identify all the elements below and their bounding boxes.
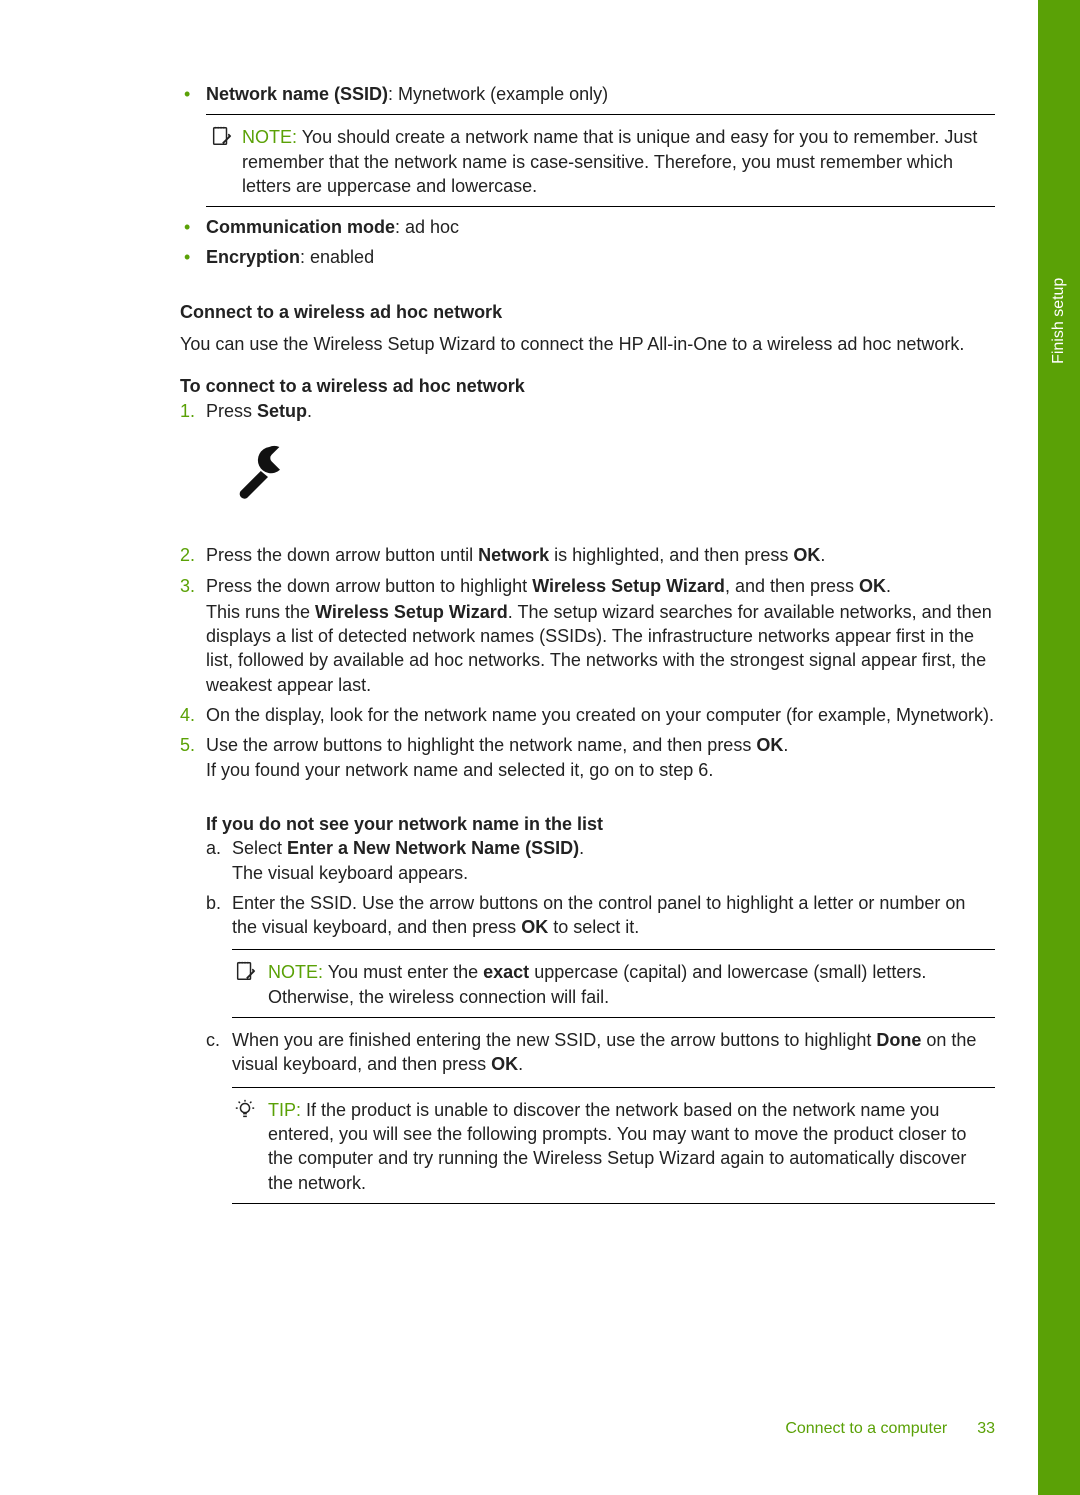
bullet-ssid: Network name (SSID): Mynetwork (example … [180, 82, 995, 207]
step3-a: Press the down arrow button to highlight [206, 576, 532, 596]
wrench-icon [232, 441, 292, 501]
side-tab-label: Finish setup [1048, 278, 1070, 364]
step5-c: . [783, 735, 788, 755]
step3-wsw: Wireless Setup Wizard [532, 576, 725, 596]
substep-c: When you are finished entering the new S… [206, 1028, 995, 1204]
bullet-encryption: Encryption: enabled [180, 245, 995, 269]
step3-p2b: Wireless Setup Wizard [315, 602, 508, 622]
step3-c: , and then press [725, 576, 859, 596]
step2-a: Press the down arrow button until [206, 545, 478, 565]
step2-network: Network [478, 545, 549, 565]
step2-ok: OK [793, 545, 820, 565]
tip-label: TIP: [268, 1100, 301, 1120]
substeps-heading-text: If you do not see your network name in t… [206, 814, 603, 834]
tip-text: If the product is unable to discover the… [268, 1100, 966, 1193]
bullet-comm-mode-label: Communication mode [206, 217, 395, 237]
section-heading-text: Connect to a wireless ad hoc network [180, 302, 502, 322]
subc-ok: OK [491, 1054, 518, 1074]
substep-a: Select Enter a New Network Name (SSID). … [206, 836, 995, 885]
setup-icon-wrap [232, 441, 995, 507]
page: Finish setup Network name (SSID): Mynetw… [0, 0, 1080, 1495]
bullet-ssid-value: : Mynetwork (example only) [388, 84, 608, 104]
suba-1b: Enter a New Network Name (SSID) [287, 838, 579, 858]
step5-a: Use the arrow buttons to highlight the n… [206, 735, 756, 755]
section-heading: Connect to a wireless ad hoc network [180, 300, 995, 324]
step3-p2a: This runs the [206, 602, 315, 622]
subc-done: Done [876, 1030, 921, 1050]
note-text-1: You should create a network name that is… [242, 127, 977, 196]
note-label: NOTE: [242, 127, 297, 147]
step-4: On the display, look for the network nam… [180, 703, 995, 727]
step-5: Use the arrow buttons to highlight the n… [180, 733, 995, 1203]
note-icon [210, 125, 232, 153]
subb-c: to select it. [548, 917, 639, 937]
footer-page-number: 33 [977, 1420, 995, 1437]
bullet-comm-mode: Communication mode: ad hoc [180, 215, 995, 239]
step1-text-c: . [307, 401, 312, 421]
subc-e: . [518, 1054, 523, 1074]
tip-icon [234, 1098, 256, 1126]
step3-e: . [886, 576, 891, 596]
step2-c: is highlighted, and then press [549, 545, 793, 565]
procedure-heading-text: To connect to a wireless ad hoc network [180, 376, 525, 396]
bullet-list-top-2: Communication mode: ad hoc Encryption: e… [180, 215, 995, 270]
note2-label: NOTE: [268, 962, 323, 982]
subc-a: When you are finished entering the new S… [232, 1030, 876, 1050]
footer-text: Connect to a computer [785, 1420, 947, 1437]
step-3: Press the down arrow button to highlight… [180, 574, 995, 697]
step1-setup: Setup [257, 401, 307, 421]
bullet-encryption-label: Encryption [206, 247, 300, 267]
bullet-comm-mode-value: : ad hoc [395, 217, 459, 237]
section-paragraph: You can use the Wireless Setup Wizard to… [180, 332, 995, 356]
step2-e: . [820, 545, 825, 565]
substep-b: Enter the SSID. Use the arrow buttons on… [206, 891, 995, 1018]
note-callout-2: NOTE: You must enter the exact uppercase… [232, 949, 995, 1018]
step3-ok: OK [859, 576, 886, 596]
bullet-ssid-label: Network name (SSID) [206, 84, 388, 104]
suba-1a: Select [232, 838, 287, 858]
step5-ok: OK [756, 735, 783, 755]
numbered-steps: Press Setup. Press the down arrow button… [180, 399, 995, 1204]
note-callout-1: NOTE: You should create a network name t… [206, 114, 995, 207]
bullet-list-top: Network name (SSID): Mynetwork (example … [180, 82, 995, 207]
tip-callout: TIP: If the product is unable to discove… [232, 1087, 995, 1204]
note2-a: You must enter the [328, 962, 483, 982]
substeps-heading: If you do not see your network name in t… [206, 812, 995, 836]
step-1: Press Setup. [180, 399, 995, 508]
bullet-encryption-value: : enabled [300, 247, 374, 267]
procedure-heading: To connect to a wireless ad hoc network [180, 374, 995, 398]
note2-exact: exact [483, 962, 529, 982]
step5-p2: If you found your network name and selec… [206, 758, 995, 782]
side-tab: Finish setup [1038, 0, 1080, 1495]
suba-2: The visual keyboard appears. [232, 861, 995, 885]
subb-ok: OK [521, 917, 548, 937]
alpha-substeps: Select Enter a New Network Name (SSID). … [206, 836, 995, 1204]
suba-1c: . [579, 838, 584, 858]
step-2: Press the down arrow button until Networ… [180, 543, 995, 567]
step1-text-a: Press [206, 401, 257, 421]
page-footer: Connect to a computer 33 [0, 1418, 1080, 1440]
note-icon-2 [234, 960, 256, 988]
